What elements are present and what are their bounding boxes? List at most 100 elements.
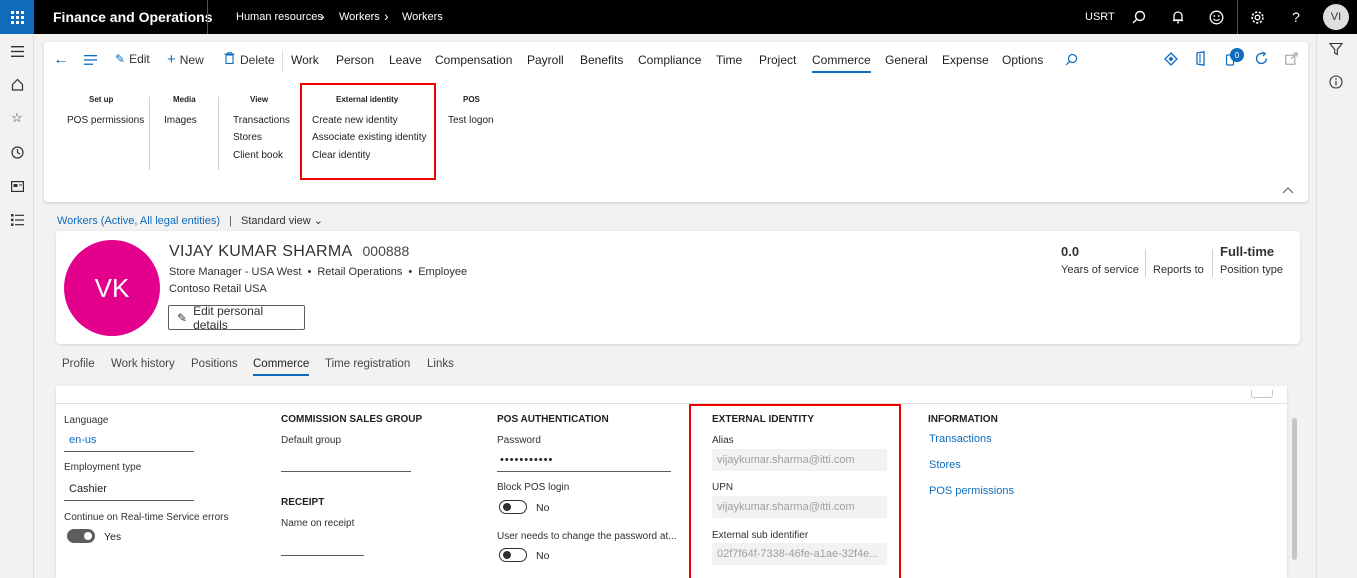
commission-sales-group-header: COMMISSION SALES GROUP <box>281 414 423 425</box>
position-type-value: Full-time <box>1220 244 1275 259</box>
hamburger-menu-icon[interactable] <box>7 41 27 61</box>
open-new-window-icon[interactable] <box>1285 52 1298 68</box>
group-header-media: Media <box>173 95 196 104</box>
chevron-right-icon: › <box>384 8 389 24</box>
tab-options[interactable]: Options <box>1002 53 1043 67</box>
breadcrumb-item[interactable]: Workers <box>339 11 380 23</box>
block-pos-login-label: Block POS login <box>497 482 570 493</box>
refresh-icon[interactable] <box>1254 51 1269 69</box>
external-sub-identifier-label: External sub identifier <box>712 530 809 541</box>
pos-permissions-button[interactable]: POS permissions <box>67 115 144 126</box>
change-password-toggle[interactable] <box>499 548 527 562</box>
block-pos-login-value: No <box>536 502 550 514</box>
company-picker[interactable]: USRT <box>1085 11 1115 23</box>
help-icon[interactable]: ? <box>1285 6 1307 28</box>
language-field[interactable]: en-us <box>69 434 97 446</box>
tab-work[interactable]: Work <box>291 53 319 67</box>
divider: | <box>229 215 232 227</box>
tab-leave[interactable]: Leave <box>389 53 422 67</box>
search-icon[interactable] <box>1065 53 1078 69</box>
block-pos-login-toggle[interactable] <box>499 500 527 514</box>
worker-id: 000888 <box>362 243 410 259</box>
stores-link[interactable]: Stores <box>929 459 961 471</box>
tab-compensation[interactable]: Compensation <box>435 53 512 67</box>
create-new-identity-button[interactable]: Create new identity <box>312 115 398 126</box>
tab-commerce[interactable]: Commerce <box>812 53 871 73</box>
bell-icon[interactable] <box>1167 6 1189 28</box>
info-icon[interactable] <box>1329 75 1343 92</box>
commerce-details-panel: Language en-us Employment type Cashier C… <box>56 386 1287 578</box>
realtime-errors-toggle[interactable] <box>67 529 95 543</box>
tab-project[interactable]: Project <box>759 53 796 67</box>
delete-button[interactable]: Delete <box>224 51 275 67</box>
upn-label: UPN <box>712 482 734 493</box>
back-arrow-icon[interactable]: ← <box>53 51 69 69</box>
pos-permissions-link[interactable]: POS permissions <box>929 485 1014 497</box>
tab-compliance[interactable]: Compliance <box>638 53 701 67</box>
realtime-errors-label: Continue on Real-time Service errors <box>64 512 229 523</box>
field-underline <box>64 500 194 501</box>
transactions-link[interactable]: Transactions <box>929 433 992 445</box>
user-avatar[interactable]: VI <box>1323 4 1349 30</box>
reports-to-label[interactable]: Reports to <box>1153 264 1204 276</box>
name-on-receipt-label: Name on receipt <box>281 518 355 529</box>
app-launcher-icon[interactable] <box>0 0 34 34</box>
pencil-icon: ✎ <box>115 52 126 66</box>
fasttab-positions[interactable]: Positions <box>191 358 238 370</box>
edit-button[interactable]: ✎ Edit <box>115 52 150 66</box>
default-group-label: Default group <box>281 435 342 446</box>
field-underline <box>281 555 364 556</box>
workspaces-icon[interactable] <box>7 176 27 196</box>
bullet: • <box>307 266 312 278</box>
tab-payroll[interactable]: Payroll <box>527 53 564 67</box>
collapse-chevron-up-icon[interactable] <box>1282 185 1294 197</box>
home-icon[interactable] <box>7 74 27 94</box>
fasttab-profile[interactable]: Profile <box>62 358 95 370</box>
feedback-smiley-icon[interactable] <box>1205 6 1227 28</box>
tab-person[interactable]: Person <box>336 53 374 67</box>
workers-list-link[interactable]: Workers (Active, All legal entities) <box>57 215 220 227</box>
app-name[interactable]: Finance and Operations <box>53 9 212 25</box>
stores-button[interactable]: Stores <box>233 132 262 143</box>
test-logon-button[interactable]: Test logon <box>448 115 494 126</box>
breadcrumb-item[interactable]: Workers <box>402 11 443 23</box>
chevron-down-icon: ⌄ <box>313 215 324 227</box>
modules-list-icon[interactable] <box>7 210 27 230</box>
trash-icon <box>224 51 235 67</box>
images-button[interactable]: Images <box>164 115 197 126</box>
page-options-icon[interactable] <box>84 54 97 68</box>
associate-existing-identity-button[interactable]: Associate existing identity <box>312 132 427 143</box>
fasttab-time-registration[interactable]: Time registration <box>325 358 410 370</box>
vertical-scrollbar[interactable] <box>1292 418 1297 560</box>
search-icon[interactable] <box>1128 6 1150 28</box>
fasttab-work-history[interactable]: Work history <box>111 358 175 370</box>
fasttab-links[interactable]: Links <box>427 358 454 370</box>
password-field[interactable]: ••••••••••• <box>500 454 553 466</box>
edit-personal-details-button[interactable]: ✎ Edit personal details <box>168 304 305 332</box>
filter-icon[interactable] <box>1328 42 1344 59</box>
view-selector[interactable]: Standard view ⌄ <box>241 215 323 227</box>
fasttab-commerce[interactable]: Commerce <box>253 358 310 376</box>
breadcrumb-item[interactable]: Human resources <box>236 11 323 23</box>
tab-general[interactable]: General <box>885 53 928 67</box>
office-icon[interactable] <box>1195 51 1207 69</box>
clock-icon[interactable] <box>7 142 27 162</box>
list-breadcrumb: Workers (Active, All legal entities) | S… <box>57 214 323 227</box>
receipt-header: RECEIPT <box>281 497 325 508</box>
tab-time[interactable]: Time <box>716 53 742 67</box>
gear-icon[interactable] <box>1246 6 1268 28</box>
external-identity-header: EXTERNAL IDENTITY <box>712 414 815 425</box>
position-type-label: Position type <box>1220 264 1283 276</box>
star-icon[interactable]: ☆ <box>7 108 27 128</box>
tab-benefits[interactable]: Benefits <box>580 53 623 67</box>
clear-identity-button[interactable]: Clear identity <box>312 150 370 161</box>
new-button[interactable]: + New <box>167 51 204 68</box>
tab-expense[interactable]: Expense <box>942 53 989 67</box>
view-name: Standard view <box>241 215 311 227</box>
transactions-button[interactable]: Transactions <box>233 115 290 126</box>
client-book-button[interactable]: Client book <box>233 150 283 161</box>
power-apps-icon[interactable] <box>1164 52 1178 69</box>
toggle-knob <box>503 551 511 559</box>
employment-type-field[interactable]: Cashier <box>69 483 107 495</box>
panel-handle[interactable] <box>1251 390 1273 398</box>
